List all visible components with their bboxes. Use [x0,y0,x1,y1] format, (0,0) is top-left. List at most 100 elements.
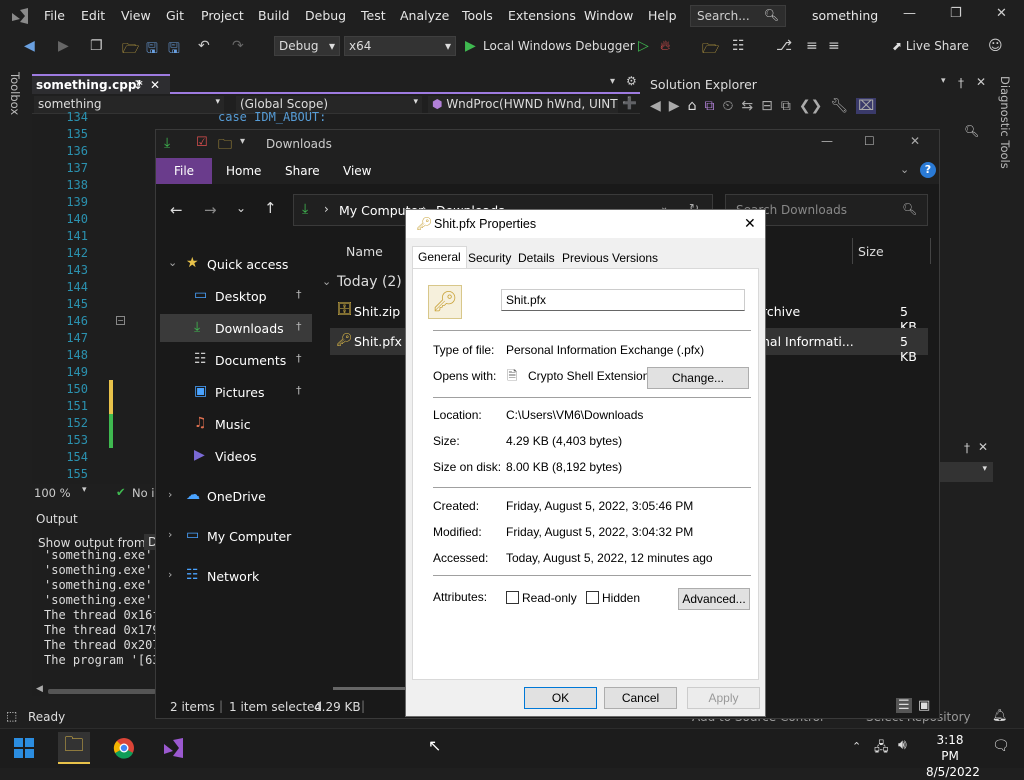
tab-previous-versions[interactable]: Previous Versions [557,248,663,268]
notifications-icon[interactable]: 🔔︎ [992,708,1007,722]
output-hscrollbar[interactable] [48,689,156,694]
clock[interactable]: 3:18 PM 8/5/2022 [926,732,980,780]
editor-tab[interactable]: something.cpp* ↧ ✕ [32,74,170,94]
menu-edit[interactable]: Edit [81,8,105,23]
menu-build[interactable]: Build [258,8,289,23]
visual-studio-taskbar[interactable] [158,732,190,764]
live-share-button[interactable]: ⬈ Live Share [892,39,969,53]
group-collapse-icon[interactable]: ⌄ [322,275,331,288]
ribbon-file-tab[interactable]: File [156,158,212,184]
save-icon[interactable]: 🖫︎ [146,38,158,62]
layout-icon[interactable]: ☷ [732,38,745,54]
props-pin-icon[interactable]: † [964,441,970,455]
dialog-close-icon[interactable]: ✕ [744,215,756,232]
restore-icon[interactable]: ❐ [950,6,962,21]
chrome-taskbar[interactable] [108,732,140,764]
menu-analyze[interactable]: Analyze [400,8,449,23]
save-all-icon[interactable]: 🖫︎ [168,38,180,62]
switch-views-icon[interactable]: ⧉ [704,98,714,114]
redo-icon[interactable]: ↷ [232,38,244,54]
nav-item-onedrive[interactable]: › ☁ OneDrive [160,482,312,510]
nav-item-desktop[interactable]: ▭ Desktop † [160,282,312,310]
nav-item-music[interactable]: ♫ Music [160,410,312,438]
zoom-dropdown-icon[interactable]: ▾ [82,485,87,495]
sol-back-icon[interactable]: ◀ [650,98,661,114]
network-tray-icon[interactable]: 🖧︎ [874,738,889,760]
comment-icon[interactable]: ≡ [806,38,818,54]
hidden-label[interactable]: Hidden [602,591,640,605]
show-all-icon[interactable]: ⧉ [781,98,791,114]
scroll-left-icon[interactable]: ◀ [36,684,43,694]
sync-icon[interactable]: ⇆ [741,98,753,114]
nav-back-icon[interactable]: ← [170,201,183,219]
exp-minimize-icon[interactable]: — [821,134,833,148]
folder-icon[interactable]: 🗁︎ [702,38,719,62]
filename-input[interactable]: Shit.pfx [501,289,745,311]
properties-icon[interactable]: 🔧︎ [830,98,848,114]
tab-list-icon[interactable]: ▾ [610,76,615,87]
column-divider-2[interactable] [930,238,931,264]
tab-details[interactable]: Details [513,248,560,268]
ok-button[interactable]: OK [524,687,597,709]
config-dropdown[interactable]: Debug ▾ [274,36,340,56]
readonly-checkbox[interactable] [506,591,519,604]
menu-debug[interactable]: Debug [305,8,346,23]
open-folder-icon[interactable]: 🗁︎ [122,38,139,62]
undo-icon[interactable]: ↶ [198,38,210,54]
minimize-icon[interactable]: — [903,6,916,21]
change-button[interactable]: Change... [647,367,749,389]
close-icon[interactable]: ✕ [996,6,1007,21]
menu-git[interactable]: Git [166,8,184,23]
menu-view[interactable]: View [121,8,151,23]
hidden-checkbox[interactable] [586,591,599,604]
menu-tools[interactable]: Tools [462,8,493,23]
split-icon[interactable]: ➕ [622,96,637,110]
up-icon[interactable]: ↑ [264,199,277,217]
menu-test[interactable]: Test [361,8,386,23]
start-debug-icon[interactable]: ▶ [465,38,476,54]
nav-item-network[interactable]: › ☷ Network [160,562,312,590]
menu-window[interactable]: Window [584,8,633,23]
sol-forward-icon[interactable]: ▶ [669,98,680,114]
column-name-header[interactable]: Name [346,244,383,259]
props-dropdown[interactable]: ▾ [940,462,993,482]
group-header[interactable]: Today (2) [337,274,402,290]
advanced-button[interactable]: Advanced... [678,588,750,610]
column-divider[interactable] [852,238,853,264]
expand-icon[interactable]: ⌄ [168,256,177,269]
vs-search-box[interactable]: Search... 🔍︎ [690,5,786,27]
ribbon-home-tab[interactable]: Home [226,164,261,178]
diagnostic-tools-tab[interactable]: Diagnostic Tools [998,76,1012,169]
back-icon[interactable]: ◀ [24,38,35,54]
home-icon[interactable]: ⌂ [688,98,697,114]
large-icons-view-icon[interactable]: ▣ [918,698,930,713]
forward-icon[interactable]: ▶ [58,38,69,54]
preview-icon[interactable]: ⌧ [856,98,877,114]
code-icon[interactable]: ❮❯ [799,98,822,114]
zoom-level[interactable]: 100 % [34,486,71,500]
tab-security[interactable]: Security [463,248,516,268]
readonly-label[interactable]: Read-only [522,591,577,605]
toolbox-tab[interactable]: Toolbox [8,72,22,115]
collapsed-chevron-icon[interactable]: › [168,528,172,541]
tab-general[interactable]: General [412,246,467,269]
exp-close-icon[interactable]: ✕ [910,134,920,148]
nav-item-videos[interactable]: ▶ Videos [160,442,312,470]
collapse-icon[interactable]: − [116,316,125,325]
uncomment-icon[interactable]: ≡ [828,38,840,54]
cancel-button[interactable]: Cancel [604,687,677,709]
menu-help[interactable]: Help [648,8,677,23]
collapse-all-icon[interactable]: ⊟ [761,98,773,114]
qat-dropdown-icon[interactable]: ▾ [240,136,245,147]
sol-pin-icon[interactable]: † [958,76,964,90]
start-button[interactable] [8,732,40,764]
settings-icon[interactable]: ⚙ [626,74,637,88]
properties-check-icon[interactable]: ☑ [196,135,208,150]
feedback-icon[interactable]: ☺ [988,38,1003,54]
column-size-header[interactable]: Size [858,244,884,259]
visual-studio-logo-icon[interactable] [10,7,32,25]
menu-file[interactable]: File [44,8,65,23]
ribbon-share-tab[interactable]: Share [285,164,320,178]
nav-item-downloads[interactable]: ⤓ Downloads † [160,314,312,342]
pin-icon[interactable]: ↧ [133,78,143,92]
